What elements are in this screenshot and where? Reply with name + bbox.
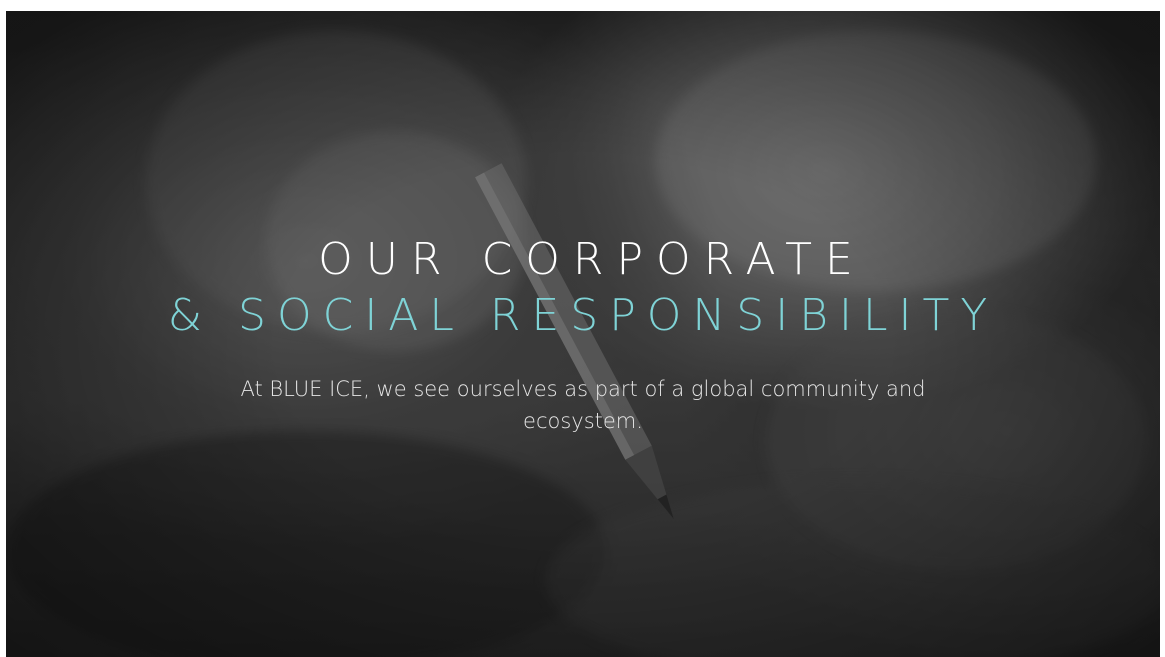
hero-subtitle: At BLUE ICE, we see ourselves as part of… xyxy=(240,377,926,433)
heading-accent: & SOCIAL RESPONSIBILITY xyxy=(167,290,999,341)
hero-banner: OUR CORPORATE & SOCIAL RESPONSIBILITY At… xyxy=(6,11,1160,657)
hero-content: OUR CORPORATE & SOCIAL RESPONSIBILITY At… xyxy=(6,233,1160,437)
heading-primary: OUR CORPORATE xyxy=(318,234,866,285)
